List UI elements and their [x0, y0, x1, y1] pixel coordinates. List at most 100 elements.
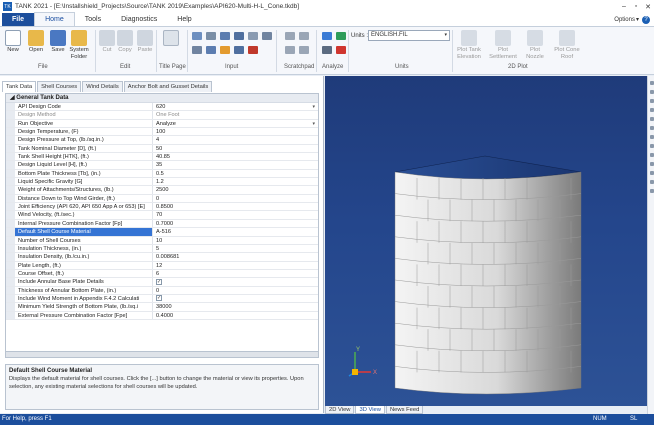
- tab-wind-details[interactable]: Wind Details: [82, 81, 123, 92]
- seismic-input-icon[interactable]: [234, 46, 244, 54]
- grid-row-value[interactable]: 50: [153, 145, 318, 152]
- grid-row[interactable]: Wind Velocity, (ft./sec.) 70: [6, 211, 318, 220]
- bottom-input-icon[interactable]: [192, 46, 202, 54]
- zoom-icon[interactable]: [649, 81, 654, 85]
- grid-row[interactable]: Insulation Thickness, (in.) 5: [6, 244, 318, 254]
- run-icon[interactable]: [336, 32, 346, 40]
- minimize-button[interactable]: –: [618, 3, 630, 10]
- pdf-output-icon[interactable]: [336, 46, 346, 54]
- calculator-icon[interactable]: [299, 32, 309, 40]
- wireframe-icon[interactable]: [649, 153, 654, 157]
- grid-row-value[interactable]: A-516: [153, 228, 318, 235]
- top-view-icon[interactable]: [649, 126, 654, 130]
- grid-row-value[interactable]: 0.7000: [153, 220, 318, 227]
- grid-row-value[interactable]: 40.85: [153, 153, 318, 160]
- grid-row-value[interactable]: ✓: [153, 278, 318, 285]
- chevron-down-icon[interactable]: ▾: [312, 120, 315, 127]
- tab-tools[interactable]: Tools: [75, 13, 111, 26]
- grid-row-value[interactable]: 0.008681: [153, 253, 318, 260]
- grid-row[interactable]: Include Wind Moment in Appendix F.4.2 Ca…: [6, 294, 318, 304]
- tab-home[interactable]: Home: [34, 12, 75, 26]
- title-page-button[interactable]: [163, 30, 179, 47]
- save-button[interactable]: Save: [50, 30, 66, 54]
- tab-shell-courses[interactable]: Shell Courses: [37, 81, 82, 92]
- grid-row-value[interactable]: ✓: [153, 295, 318, 302]
- notes-icon[interactable]: [285, 46, 295, 54]
- grid-row-value[interactable]: Analyze ▾: [153, 120, 318, 127]
- 3d-viewport[interactable]: Y X: [325, 76, 647, 406]
- options-menu[interactable]: Options: [614, 17, 635, 23]
- units-select[interactable]: ENGLISH.FIL ▾: [368, 30, 450, 41]
- export-icon[interactable]: [649, 180, 654, 184]
- close-button[interactable]: ✕: [642, 3, 654, 11]
- grid-row[interactable]: Weight of Attachments/Structures, (lb.) 2…: [6, 186, 318, 195]
- grid-row[interactable]: Design Liquid Level [H], (ft.) 35: [6, 161, 318, 170]
- grid-row[interactable]: Design Pressure at Top, (lb./sq.in.) 4: [6, 136, 318, 145]
- grid-row-value[interactable]: 5: [153, 245, 318, 252]
- analyze-icon[interactable]: [322, 32, 332, 40]
- nozzle-input-icon[interactable]: [220, 32, 230, 40]
- chevron-down-icon[interactable]: ▾: [312, 103, 315, 110]
- shaded-icon[interactable]: [649, 162, 654, 166]
- iso-view-icon[interactable]: [649, 144, 654, 148]
- grid-row[interactable]: Tank Shell Height [HTK], (ft.) 40.85: [6, 153, 318, 162]
- tab-diagnostics[interactable]: Diagnostics: [111, 13, 167, 26]
- grid-row[interactable]: Tank Nominal Diameter [D], (ft.) 50: [6, 144, 318, 154]
- grid-row-value[interactable]: 70: [153, 211, 318, 218]
- grid-row-value[interactable]: One Foot: [153, 111, 318, 118]
- anchor-input-icon[interactable]: [206, 46, 216, 54]
- grid-section-header[interactable]: ◢ General Tank Data: [6, 94, 318, 103]
- maximize-button[interactable]: ▫: [630, 3, 642, 10]
- checkbox[interactable]: ✓: [156, 295, 162, 302]
- grid-row-value[interactable]: 35: [153, 161, 318, 168]
- grid-row-value[interactable]: 6: [153, 270, 318, 277]
- system-folder-button[interactable]: System Folder: [66, 30, 92, 60]
- grid-row-value[interactable]: 620 ▾: [153, 103, 318, 110]
- grid-row[interactable]: Plate Length, (ft.) 12: [6, 261, 318, 270]
- grid-row-value[interactable]: 10: [153, 237, 318, 244]
- grid-row-value[interactable]: 100: [153, 128, 318, 135]
- copy-button[interactable]: Copy: [117, 30, 133, 54]
- grid-row[interactable]: Internal Pressure Combination Factor [Fp…: [6, 219, 318, 229]
- grid-row-value[interactable]: 0.5: [153, 170, 318, 177]
- front-view-icon[interactable]: [649, 117, 654, 121]
- wind-input-icon[interactable]: [234, 32, 244, 40]
- plot-settlement-button[interactable]: Plot Settlement: [486, 30, 520, 60]
- paste-button[interactable]: Paste: [137, 30, 153, 54]
- file-tab[interactable]: File: [2, 13, 35, 26]
- grid-row[interactable]: Thickness of Annular Bottom Plate, (in.)…: [6, 286, 318, 295]
- cut-button[interactable]: Cut: [99, 30, 115, 54]
- checkbox[interactable]: ✓: [156, 278, 162, 285]
- appendix-input-icon[interactable]: [262, 32, 272, 40]
- plot-tank-elevation-button[interactable]: Plot Tank Elevation: [452, 30, 486, 60]
- grid-row[interactable]: Include Annular Base Plate Details ✓: [6, 278, 318, 287]
- grid-row[interactable]: Default Shell Course Material A-516: [6, 228, 318, 237]
- grid-row-value[interactable]: 38000: [153, 303, 318, 310]
- grid-row[interactable]: Joint Efficiency (API 620, API 650 App A…: [6, 203, 318, 212]
- report-icon[interactable]: [322, 46, 332, 54]
- grid-row[interactable]: Course Offset, (ft.) 6: [6, 269, 318, 279]
- grid-row[interactable]: Design Method One Foot: [6, 111, 318, 120]
- grid-row-value[interactable]: 0: [153, 195, 318, 202]
- print-icon[interactable]: [649, 171, 654, 175]
- fit-icon[interactable]: [649, 108, 654, 112]
- grid-row-value[interactable]: 1.2: [153, 178, 318, 185]
- roof-input-icon[interactable]: [206, 32, 216, 40]
- new-button[interactable]: New: [5, 30, 21, 54]
- grid-row[interactable]: Distance Down to Top Wind Girder, (ft.) 0: [6, 194, 318, 204]
- grid-row-value[interactable]: 4: [153, 136, 318, 143]
- tab-2d-view[interactable]: 2D View: [325, 406, 355, 414]
- pan-icon[interactable]: [649, 90, 654, 94]
- grid-row[interactable]: Minimum Yield Strength of Bottom Plate, …: [6, 303, 318, 312]
- help-icon[interactable]: ?: [642, 15, 650, 24]
- grid-row-value[interactable]: 0.4000: [153, 312, 318, 319]
- clipboard-icon[interactable]: [299, 46, 309, 54]
- shell-input-icon[interactable]: [192, 32, 202, 40]
- grid-row[interactable]: External Pressure Combination Factor [Fp…: [6, 311, 318, 320]
- plot-cone-roof-button[interactable]: Plot Cone Roof: [552, 30, 582, 60]
- material-input-icon[interactable]: [248, 32, 258, 40]
- rotate-icon[interactable]: [649, 99, 654, 103]
- grid-row[interactable]: Design Temperature, (F) 100: [6, 128, 318, 137]
- grid-row-value[interactable]: 12: [153, 262, 318, 269]
- grid-row[interactable]: Insulation Density, (lb./cu.in.) 0.008681: [6, 253, 318, 262]
